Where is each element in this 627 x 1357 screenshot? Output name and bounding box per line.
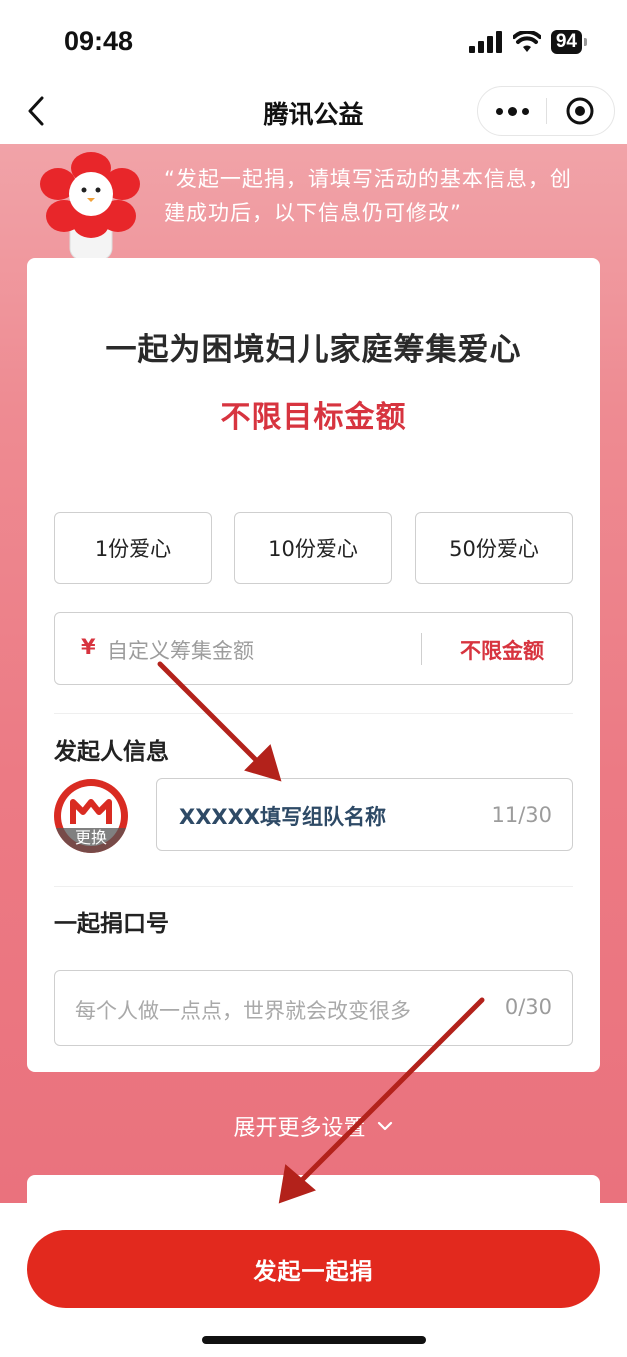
expand-more-label: 展开更多设置 [233,1116,366,1141]
amount-option-50[interactable]: 50份爱心 [415,512,573,584]
campaign-title: 一起为困境妇儿家庭筹集爱心 [105,332,522,368]
expand-more-settings[interactable]: 展开更多设置 [0,1110,627,1142]
more-dot-icon [507,106,517,116]
miniprogram-capsule [477,86,615,136]
avatar-change-badge[interactable]: 更换 [53,824,129,848]
team-name-counter: 11/30 [491,803,552,827]
team-name-input[interactable]: XXXXX填写组队名称 11/30 [156,778,573,851]
wifi-icon [512,31,541,52]
close-miniprogram-button[interactable] [547,86,614,136]
slogan-placeholder: 每个人做一点点，世界就会改变很多 [75,999,411,1023]
target-circle-icon [566,97,594,125]
battery-level: 94 [550,30,582,54]
slogan-label: 一起捐口号 [54,911,169,937]
team-name-value: XXXXX填写组队名称 [179,805,386,829]
amount-option-10[interactable]: 10份爱心 [234,512,392,584]
bottom-action-bar: 发起一起捐 [0,1203,627,1357]
start-together-donation-button[interactable]: 发起一起捐 [27,1230,600,1308]
divider [54,886,573,887]
currency-symbol: ¥ [81,635,96,659]
initiator-info-label: 发起人信息 [54,739,169,765]
battery-tip [584,38,587,46]
more-dot-icon [495,107,503,115]
hero-quote: “发起一起捐，请填写活动的基本信息，创 建成功后，以下信息仍可修改” [164,162,609,230]
home-indicator [202,1336,426,1344]
amount-option-1[interactable]: 1份爱心 [54,512,212,584]
input-divider [421,633,422,665]
form-card: 一起为困境妇儿家庭筹集爱心 不限目标金额 1份爱心 10份爱心 50份爱心 ¥ … [27,258,600,1072]
unlimited-amount-button[interactable]: 不限金额 [460,635,544,665]
status-time: 09:48 [64,26,134,56]
hero-quote-line: 建成功后，以下信息仍可修改” [164,201,462,225]
cellular-signal-icon [468,31,502,53]
slogan-counter: 0/30 [504,995,552,1019]
chevron-down-icon [377,1121,392,1131]
status-bar: 09:48 94 [0,0,627,80]
more-dot-icon [521,107,529,115]
custom-amount-placeholder: 自定义筹集金额 [107,639,254,663]
slogan-input[interactable]: 每个人做一点点，世界就会改变很多 0/30 [54,970,573,1046]
divider [54,713,573,714]
more-button[interactable] [478,86,546,136]
custom-amount-input[interactable]: ¥ 自定义筹集金额 不限金额 [54,612,573,685]
hero-quote-line: “发起一起捐，请填写活动的基本信息，创 [164,167,572,191]
status-icons: 94 [468,28,587,56]
nav-bar: 腾讯公益 [0,80,627,144]
target-amount-label: 不限目标金额 [220,400,407,435]
flower-mascot-icon [40,152,140,260]
